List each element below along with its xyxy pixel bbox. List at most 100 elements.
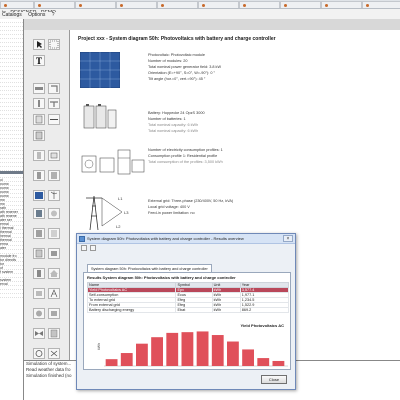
browser-tab[interactable]	[321, 1, 362, 8]
y-axis-label: kWh	[97, 343, 101, 350]
chart-bar-4	[151, 337, 163, 366]
inverter-icon[interactable]	[33, 114, 45, 125]
svg-text:L1: L1	[118, 196, 123, 201]
svg-text:L3: L3	[124, 210, 129, 215]
browser-tab-strip	[0, 0, 400, 9]
chart-bar-9	[227, 341, 239, 366]
grid-line: Feed-in power limitation: no	[148, 211, 195, 215]
pointer-tool-icon[interactable]	[33, 39, 45, 50]
external-grid-drawing[interactable]: L1 L3 L2	[78, 192, 134, 232]
menu-catalogs[interactable]: Catalogs	[2, 12, 22, 18]
favicon-icon	[4, 3, 7, 7]
print-icon[interactable]	[81, 245, 87, 251]
browser-tab[interactable]	[75, 1, 116, 8]
svg-text:L2: L2	[116, 224, 121, 229]
dialog-title: System diagram 50h: Photovoltaics with b…	[87, 236, 244, 241]
chp-icon[interactable]	[48, 248, 60, 259]
consumers-line: Total consumption of the profiles: 3,500…	[148, 160, 223, 164]
yield-bar-chart: kWh	[97, 331, 288, 367]
browser-tab[interactable]	[116, 1, 157, 8]
browser-tab[interactable]	[157, 1, 198, 8]
chart-bar-11	[257, 358, 270, 366]
tree-item[interactable]	[0, 294, 23, 298]
favicon-icon	[366, 3, 369, 7]
favicon-icon	[243, 3, 246, 7]
close-icon[interactable]: ×	[283, 235, 293, 242]
menu-help[interactable]: ?	[52, 12, 55, 18]
results-table: Name Symbol Unit Year Yield Photovoltaic…	[86, 282, 290, 313]
project-title: Project xxx - System diagram 50h: Photov…	[78, 36, 276, 42]
generator-icon[interactable]	[48, 208, 60, 219]
chart-bar-10	[242, 349, 254, 366]
component-tree[interactable]: ol pump pump pump pump mp mp rath ath regener ath…	[0, 19, 24, 400]
pv-module-icon[interactable]	[33, 190, 45, 201]
chart-bar-7	[196, 331, 209, 366]
favicon-icon	[38, 3, 41, 7]
cell-year: 869.2	[239, 307, 290, 313]
export-icon[interactable]	[90, 245, 97, 251]
chart-bar-8	[211, 335, 224, 366]
tank-icon[interactable]	[33, 150, 45, 161]
mixer-icon[interactable]	[48, 348, 60, 359]
chart-bar-6	[181, 332, 194, 366]
controller-icon[interactable]	[48, 308, 60, 319]
browser-tab[interactable]	[239, 1, 280, 8]
results-overview-dialog: System diagram 50h: Photovoltaics with b…	[76, 233, 296, 390]
battery-icon[interactable]	[33, 170, 45, 181]
pump-icon[interactable]	[33, 348, 45, 359]
dialog-toolbar	[77, 244, 295, 252]
pipe-tee-icon[interactable]	[48, 98, 60, 109]
consumer-icon[interactable]	[33, 288, 45, 299]
accumulator-icon[interactable]	[48, 170, 60, 181]
browser-tab[interactable]	[280, 1, 321, 8]
cell-unit: kWh	[211, 307, 241, 313]
heat-exchanger-icon[interactable]	[48, 328, 60, 339]
favicon-icon	[284, 3, 287, 7]
cable-icon[interactable]	[48, 114, 60, 125]
grid-description: External grid: Three-phase (230/400V, 50…	[148, 198, 233, 216]
cell-name: Battery discharging energy	[86, 307, 177, 313]
results-panel: Results System diagram 50h: Photovoltaic…	[83, 272, 291, 370]
boiler-icon[interactable]	[33, 248, 45, 259]
browser-tab[interactable]	[34, 1, 75, 8]
cooling-icon[interactable]	[48, 228, 60, 239]
results-title: Results System diagram 50h: Photovoltaic…	[87, 275, 236, 280]
text-tool-icon[interactable]: T	[33, 55, 45, 66]
battery-line: Total nominal capacity: 6 kWh	[148, 129, 199, 133]
table-row[interactable]: Battery discharging energy Ebat kWh 869.…	[86, 307, 290, 313]
close-button[interactable]: Close	[261, 375, 287, 384]
chart-bar-1	[105, 359, 118, 366]
dialog-title-bar[interactable]: System diagram 50h: Photovoltaics with b…	[77, 234, 295, 244]
pipe-vertical-icon[interactable]	[33, 98, 45, 109]
chart-bar-2	[120, 353, 133, 366]
storage-icon[interactable]	[33, 268, 45, 279]
meter-icon[interactable]	[48, 150, 60, 161]
electricity-consumers-drawing[interactable]	[80, 148, 146, 176]
chart-bar-5	[166, 332, 179, 366]
battery-drawing[interactable]	[82, 102, 118, 130]
menu-bar: Catalogs Options ?	[0, 12, 400, 19]
sensor-icon[interactable]	[33, 308, 45, 319]
favicon-icon	[120, 3, 123, 7]
browser-tab[interactable]	[198, 1, 239, 8]
favicon-icon	[79, 3, 82, 7]
menu-options[interactable]: Options	[28, 12, 45, 18]
grid-connection-icon[interactable]	[48, 288, 60, 299]
favicon-icon	[161, 3, 164, 7]
browser-tab[interactable]	[0, 1, 34, 8]
valve-icon[interactable]	[33, 328, 45, 339]
pv-array-drawing[interactable]	[80, 52, 120, 88]
select-area-icon[interactable]	[48, 39, 60, 50]
favicon-icon	[325, 3, 328, 7]
house-icon[interactable]	[48, 268, 60, 279]
tab-system-diagram[interactable]: System diagram 50h: Photovoltaics with b…	[87, 264, 212, 272]
chart-bar-3	[136, 343, 148, 366]
charge-controller-icon[interactable]	[33, 130, 45, 141]
svg-text:T: T	[36, 56, 42, 65]
pipe-horizontal-icon[interactable]	[33, 83, 45, 94]
wind-turbine-icon[interactable]	[48, 190, 60, 201]
pipe-corner-icon[interactable]	[48, 83, 60, 94]
heat-pump-icon[interactable]	[33, 228, 45, 239]
collector-icon[interactable]	[33, 208, 45, 219]
browser-tab[interactable]	[362, 1, 400, 8]
